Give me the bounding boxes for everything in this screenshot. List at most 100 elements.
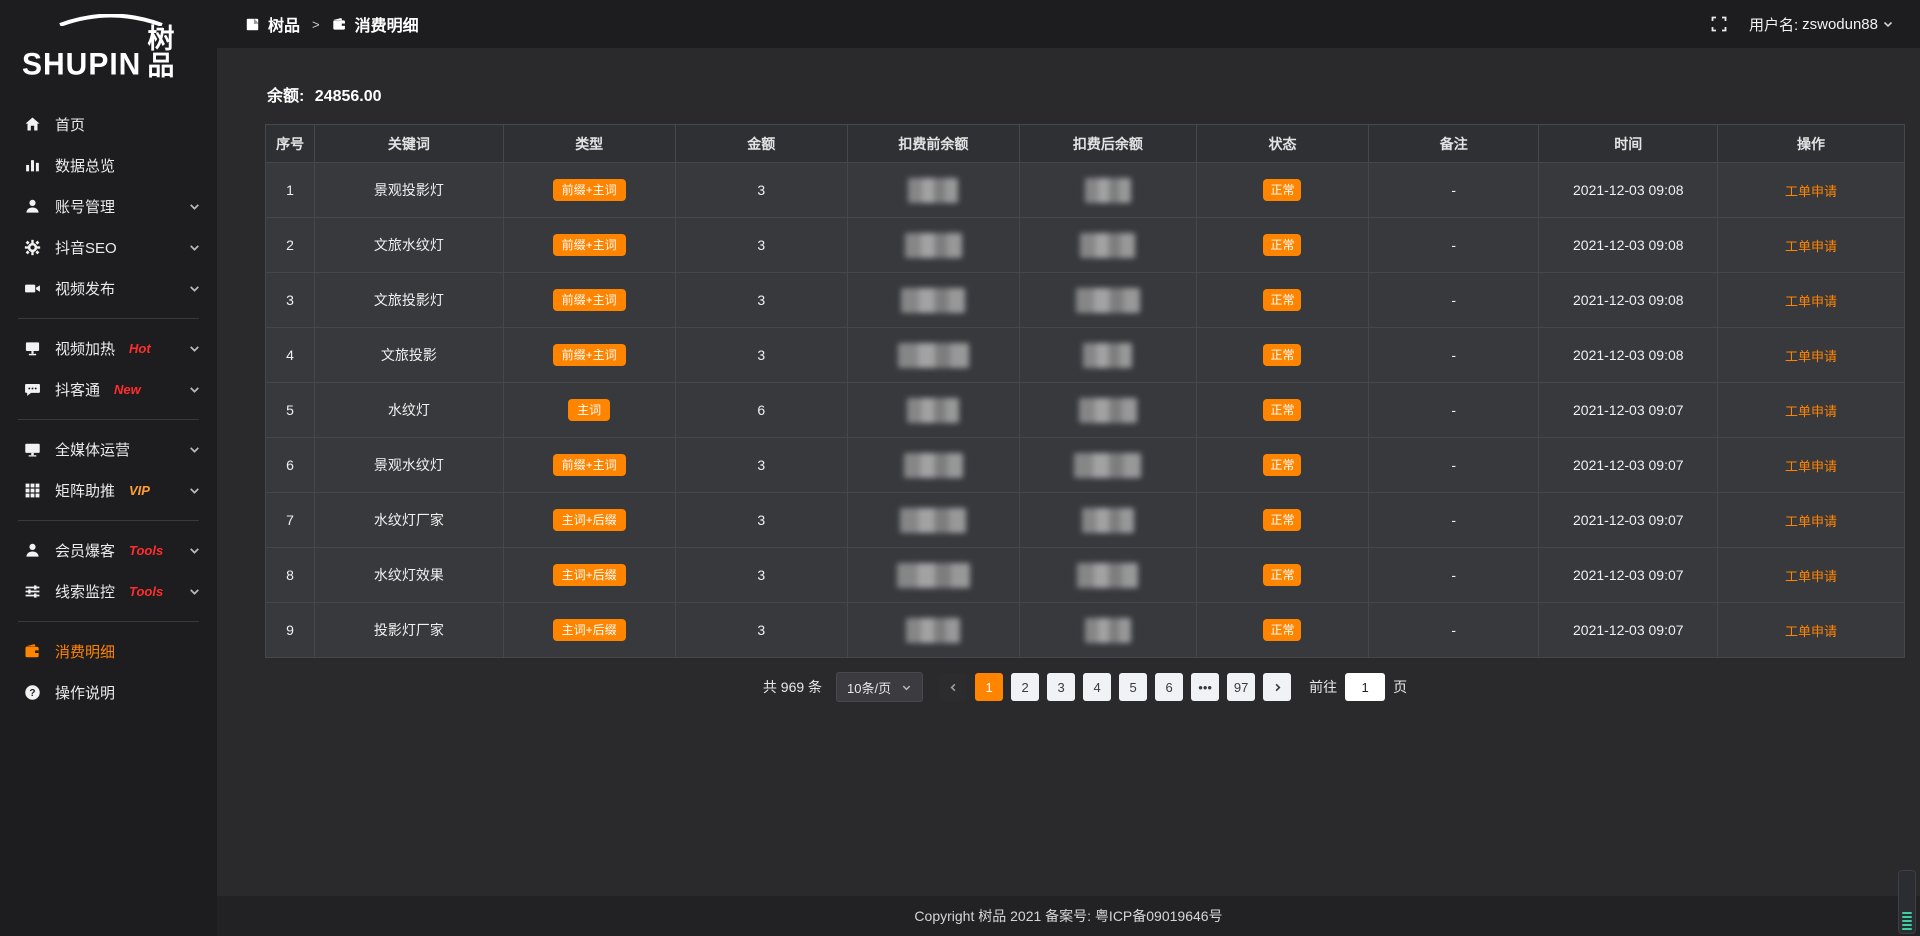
page-button-6[interactable]: 6 [1155, 673, 1183, 701]
brand-logo: SHUPIN 树品 [0, 0, 217, 90]
work-order-link[interactable]: 工单申请 [1785, 239, 1837, 254]
table-row: 7水纹灯厂家主词+后缀3正常-2021-12-03 09:07工单申请 [266, 493, 1905, 548]
cell-type: 前缀+主词 [503, 218, 675, 273]
work-order-link[interactable]: 工单申请 [1785, 184, 1837, 199]
cell-index: 3 [266, 273, 315, 328]
menu-divider [18, 520, 199, 521]
work-order-link[interactable]: 工单申请 [1785, 349, 1837, 364]
cell-pre-balance [847, 383, 1019, 438]
username-value: zswodun88 [1802, 16, 1878, 33]
masked-value [1074, 453, 1141, 478]
sidebar-item-操作说明[interactable]: ?操作说明 [0, 672, 217, 713]
sidebar-item-badge: VIP [129, 483, 150, 498]
sidebar-item-抖客通[interactable]: 抖客通New [0, 369, 217, 410]
work-order-link[interactable]: 工单申请 [1785, 514, 1837, 529]
sidebar: SHUPIN 树品 首页数据总览账号管理抖音SEO 视频发布视频加热Hot抖客通N… [0, 0, 217, 936]
fullscreen-icon[interactable] [1711, 16, 1727, 32]
cell-post-balance [1019, 548, 1196, 603]
sidebar-item-抖音SEO[interactable]: 抖音SEO [0, 227, 217, 268]
chevron-down-icon [188, 585, 201, 598]
sidebar-item-badge: New [114, 382, 141, 397]
page-button-97[interactable]: 97 [1227, 673, 1255, 701]
cell-index: 1 [266, 163, 315, 218]
breadcrumb-label: 消费明细 [355, 12, 419, 36]
cell-status: 正常 [1196, 603, 1368, 658]
status-badge: 正常 [1263, 454, 1301, 476]
goto-page-input[interactable] [1345, 673, 1385, 701]
goto-unit: 页 [1393, 677, 1407, 697]
breadcrumb-item-树品[interactable]: 树品 [245, 12, 300, 36]
cell-pre-balance [847, 548, 1019, 603]
table-row: 8水纹灯效果主词+后缀3正常-2021-12-03 09:07工单申请 [266, 548, 1905, 603]
user-menu[interactable]: 用户名: zswodun88 [1749, 14, 1894, 35]
sidebar-item-视频加热[interactable]: 视频加热Hot [0, 328, 217, 369]
prev-page-button[interactable] [939, 673, 967, 701]
balance: 余额: 24856.00 [267, 82, 1905, 106]
cell-status: 正常 [1196, 273, 1368, 328]
cell-type: 主词+后缀 [503, 493, 675, 548]
chevron-down-icon [188, 383, 201, 396]
cell-type: 主词+后缀 [503, 548, 675, 603]
cell-status: 正常 [1196, 493, 1368, 548]
sidebar-item-全媒体运营[interactable]: 全媒体运营 [0, 429, 217, 470]
sidebar-item-数据总览[interactable]: 数据总览 [0, 145, 217, 186]
cell-keyword: 文旅投影灯 [315, 273, 503, 328]
work-order-link[interactable]: 工单申请 [1785, 294, 1837, 309]
sidebar-item-badge: Tools [129, 543, 163, 558]
cell-keyword: 景观投影灯 [315, 163, 503, 218]
cell-action: 工单申请 [1718, 548, 1905, 603]
cell-action: 工单申请 [1718, 603, 1905, 658]
cell-type: 前缀+主词 [503, 438, 675, 493]
floating-widget[interactable] [1898, 870, 1916, 934]
sidebar-item-首页[interactable]: 首页 [0, 104, 217, 145]
cell-index: 6 [266, 438, 315, 493]
menu-divider [18, 419, 199, 420]
cell-post-balance [1019, 383, 1196, 438]
ellipsis-button[interactable]: ••• [1191, 673, 1219, 701]
cell-status: 正常 [1196, 163, 1368, 218]
sidebar-item-badge: Tools [129, 584, 163, 599]
work-order-link[interactable]: 工单申请 [1785, 569, 1837, 584]
cell-pre-balance [847, 603, 1019, 658]
page-button-4[interactable]: 4 [1083, 673, 1111, 701]
cell-amount: 6 [675, 383, 847, 438]
page-button-1[interactable]: 1 [975, 673, 1003, 701]
page-buttons: 123456 ••• 97 [975, 673, 1255, 701]
cell-action: 工单申请 [1718, 218, 1905, 273]
sidebar-item-账号管理[interactable]: 账号管理 [0, 186, 217, 227]
sidebar-item-label: 视频加热 [55, 338, 115, 359]
cell-remark: - [1369, 548, 1539, 603]
sidebar-item-矩阵助推[interactable]: 矩阵助推VIP [0, 470, 217, 511]
sliders-icon [24, 583, 41, 600]
cell-time: 2021-12-03 09:07 [1539, 603, 1718, 658]
masked-value [897, 563, 970, 588]
cell-post-balance [1019, 603, 1196, 658]
svg-text:?: ? [29, 688, 35, 699]
chevron-down-icon [188, 282, 201, 295]
breadcrumb-item-消费明细[interactable]: 消费明细 [332, 12, 419, 36]
sidebar-item-视频发布[interactable]: 视频发布 [0, 268, 217, 309]
page-button-2[interactable]: 2 [1011, 673, 1039, 701]
work-order-link[interactable]: 工单申请 [1785, 624, 1837, 639]
cell-time: 2021-12-03 09:08 [1539, 273, 1718, 328]
sidebar-item-label: 视频发布 [55, 278, 115, 299]
work-order-link[interactable]: 工单申请 [1785, 404, 1837, 419]
cell-time: 2021-12-03 09:07 [1539, 438, 1718, 493]
next-page-button[interactable] [1263, 673, 1291, 701]
work-order-link[interactable]: 工单申请 [1785, 459, 1837, 474]
cell-type: 主词+后缀 [503, 603, 675, 658]
page-size-select[interactable]: 10条/页 [836, 672, 923, 702]
cell-time: 2021-12-03 09:08 [1539, 218, 1718, 273]
sidebar-item-会员爆客[interactable]: 会员爆客Tools [0, 530, 217, 571]
page-button-5[interactable]: 5 [1119, 673, 1147, 701]
column-header-关键词: 关键词 [315, 125, 503, 163]
sidebar-item-线索监控[interactable]: 线索监控Tools [0, 571, 217, 612]
balance-label: 余额: [267, 88, 304, 105]
breadcrumb: 树品>消费明细 [245, 12, 419, 36]
goto-label: 前往 [1309, 677, 1337, 697]
page-button-3[interactable]: 3 [1047, 673, 1075, 701]
chevron-down-icon [1882, 18, 1894, 30]
sidebar-item-消费明细[interactable]: 消费明细 [0, 631, 217, 672]
sidebar-item-label: 账号管理 [55, 196, 115, 217]
cell-index: 7 [266, 493, 315, 548]
